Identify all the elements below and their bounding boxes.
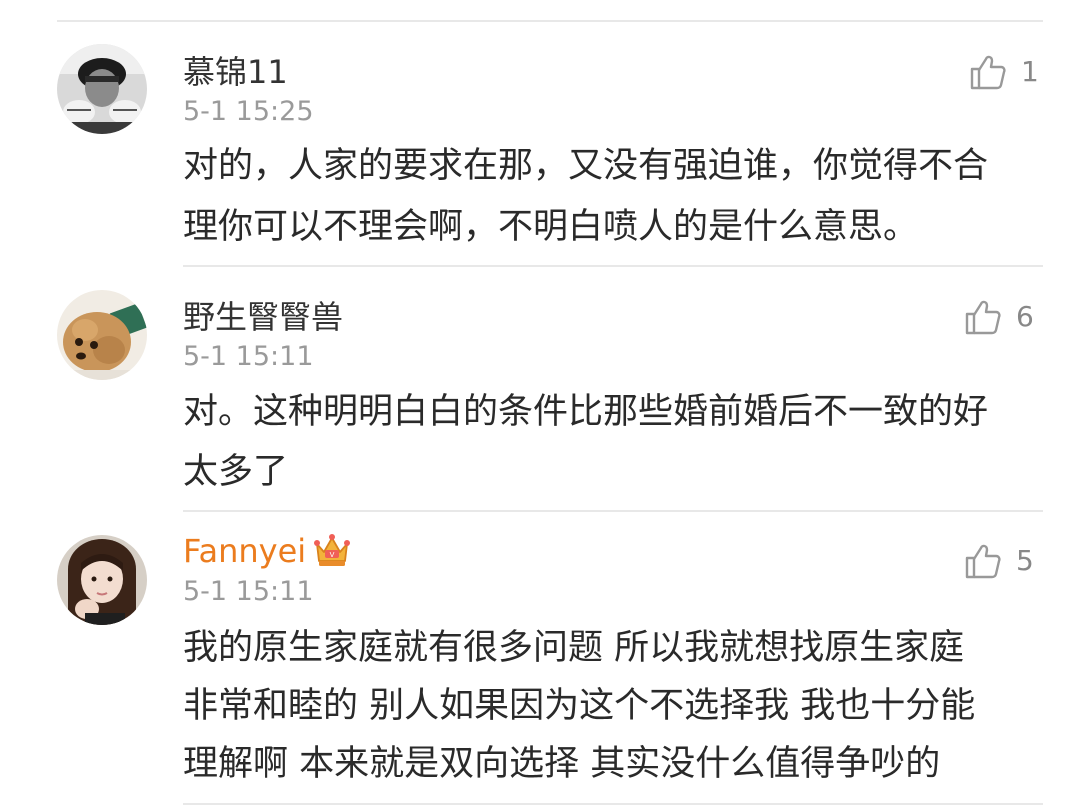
comment-timestamp: 5-1 15:11	[183, 576, 314, 607]
avatar-image	[57, 290, 147, 380]
comment-line: 理你可以不理会啊，不明白喷人的是什么意思。	[183, 207, 919, 247]
comment-timestamp: 5-1 15:25	[183, 96, 314, 127]
thumbs-up-icon	[965, 544, 1001, 579]
comment-timestamp: 5-1 15:11	[183, 341, 314, 372]
vip-crown-icon: V	[312, 530, 352, 570]
comment-list: 慕锦11 5-1 15:25 1 对的，人家的要求在那，又没有强迫谁，你觉得不合…	[0, 0, 1080, 806]
svg-text:V: V	[330, 551, 335, 559]
like-button[interactable]: 6	[964, 297, 1034, 337]
divider	[183, 265, 1043, 267]
like-count: 6	[1016, 300, 1034, 333]
avatar-image	[57, 44, 147, 134]
comment-line: 理解啊 本来就是双向选择 其实没什么值得争吵的	[183, 744, 941, 784]
comment-line: 太多了	[183, 452, 289, 492]
comment-username[interactable]: Fannyei	[183, 531, 306, 571]
comment-line: 对。这种明明白白的条件比那些婚前婚后不一致的好	[183, 392, 989, 432]
avatar[interactable]	[57, 44, 147, 134]
divider	[57, 20, 1043, 22]
comment-line: 非常和睦的 别人如果因为这个不选择我 我也十分能	[183, 686, 976, 726]
like-button[interactable]: 1	[969, 52, 1039, 92]
divider	[183, 510, 1043, 512]
comment-username[interactable]: 慕锦11	[183, 52, 288, 92]
avatar-image	[57, 535, 147, 625]
comment-line: 我的原生家庭就有很多问题 所以我就想找原生家庭	[183, 628, 965, 668]
avatar[interactable]	[57, 535, 147, 625]
avatar[interactable]	[57, 290, 147, 380]
thumbs-up-icon	[970, 55, 1006, 90]
like-count: 1	[1021, 55, 1039, 88]
comment-line: 对的，人家的要求在那，又没有强迫谁，你觉得不合	[183, 146, 989, 186]
comment-username[interactable]: 野生瞖瞖兽	[183, 297, 343, 337]
like-count: 5	[1016, 544, 1034, 577]
like-button[interactable]: 5	[964, 541, 1034, 581]
divider	[183, 803, 1043, 805]
thumbs-up-icon	[965, 300, 1001, 335]
